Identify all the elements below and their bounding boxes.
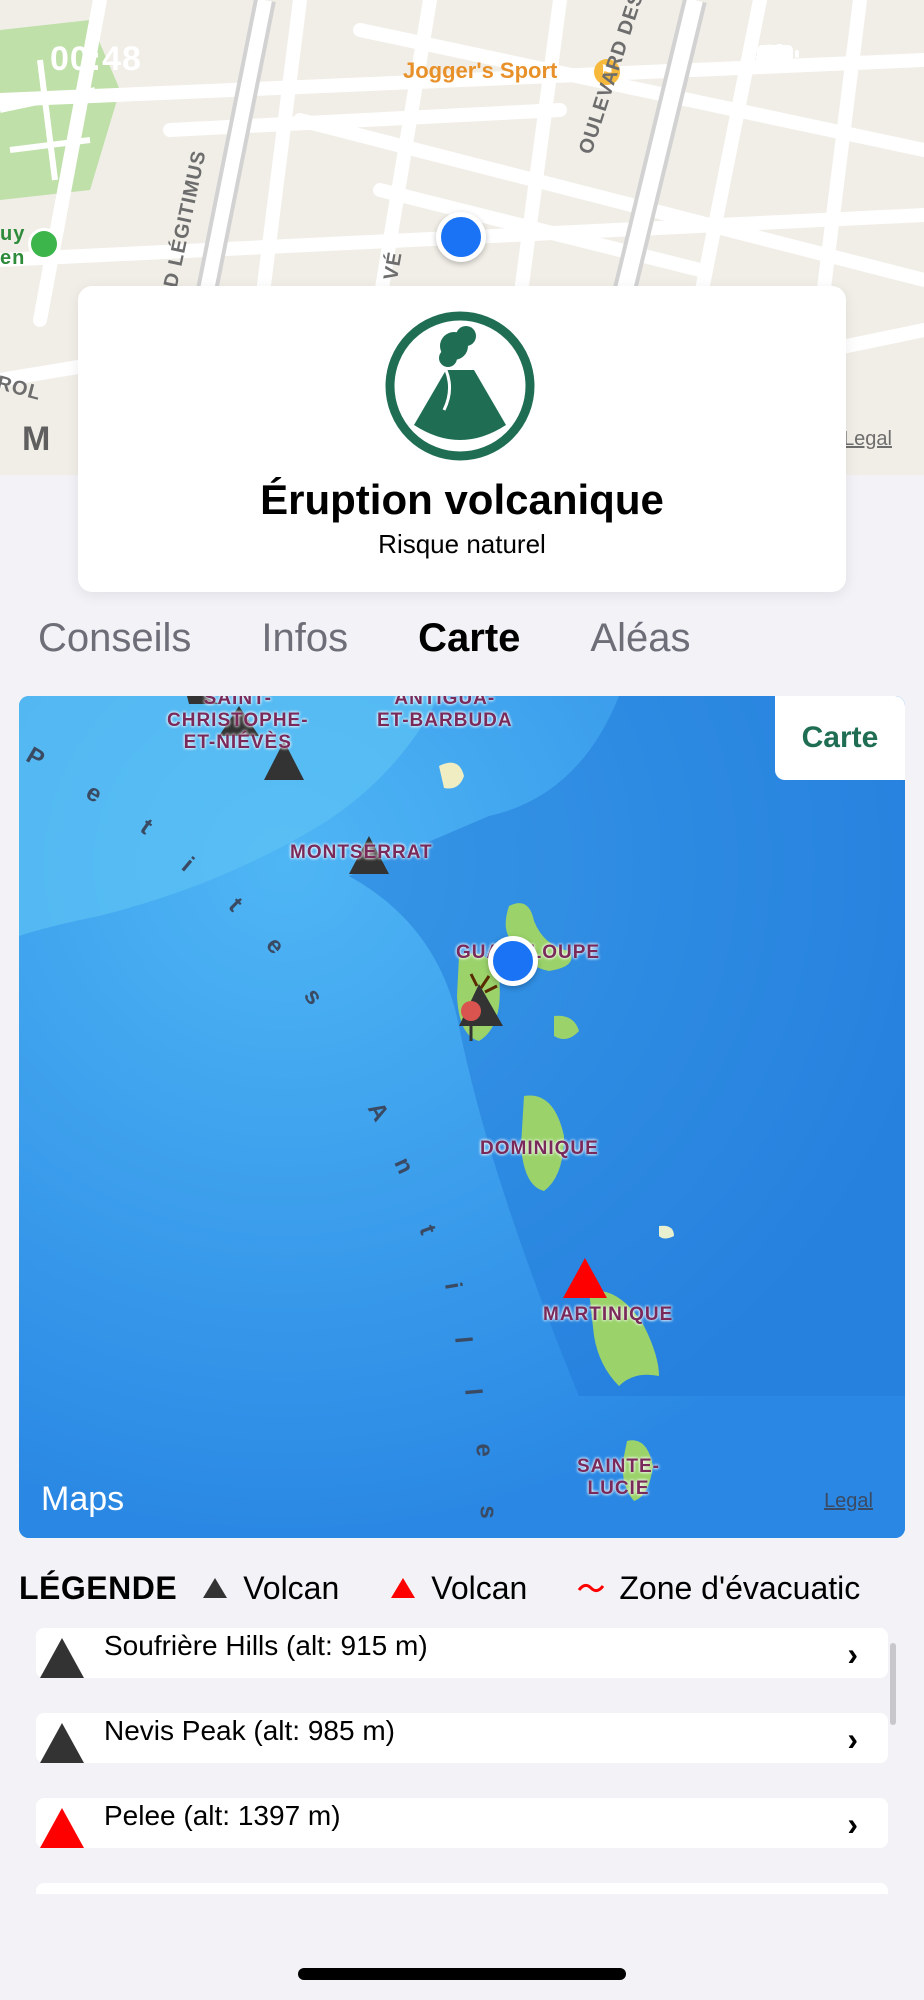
list-item[interactable]: Pelee (alt: 1397 m) › [36, 1798, 888, 1848]
battery-icon [757, 44, 884, 64]
chevron-right-icon: › [847, 1636, 858, 1672]
map-label-montserrat: MONTSERRAT [290, 842, 433, 863]
volcano-triangle-icon [40, 1808, 84, 1848]
map-label-antigua: ANTIGUA- ET-BARBUDA [377, 696, 513, 731]
volcano-list[interactable]: Soufrière Hills (alt: 915 m) › Nevis Pea… [36, 1628, 888, 1894]
wifi-icon [757, 44, 826, 64]
map-legend: LÉGENDE Volcan Volcan Zone d'évacuatic [19, 1568, 905, 1608]
volcano-name: Soufrière Hills (alt: 915 m) [104, 1630, 428, 1661]
volcano-triangle-icon [40, 1723, 84, 1763]
list-item[interactable]: Nevis Peak (alt: 985 m) › [36, 1713, 888, 1763]
list-scrollbar[interactable] [890, 1643, 896, 1725]
volcano-name: Pelee (alt: 1397 m) [104, 1800, 341, 1831]
map-label-dominique: DOMINIQUE [480, 1138, 599, 1159]
list-item[interactable] [36, 1883, 888, 1894]
wave-icon [578, 1583, 605, 1593]
park-label: uy en [0, 223, 26, 269]
tab-carte[interactable]: Carte [418, 610, 520, 666]
app-screen: 00:48 Jogger's Sport ⚑ OULEVARD DES HÉRO… [0, 0, 924, 2000]
volcano-map[interactable]: SAINT- CHRISTOPHE- ET-NIÉVÈS ANTIGUA- ET… [19, 696, 905, 1538]
legal-link[interactable]: Legal [843, 428, 892, 451]
tab-bar: Conseils Infos Carte Aléas [38, 610, 760, 666]
map-label-saint-christophe: SAINT- CHRISTOPHE- ET-NIÉVÈS [167, 696, 309, 753]
legend-item-volcano-dark: Volcan [201, 1570, 339, 1607]
park-poi-icon[interactable] [28, 228, 60, 260]
legend-title: LÉGENDE [19, 1569, 178, 1606]
triangle-icon [203, 1578, 228, 1598]
risk-header-card: Éruption volcanique Risque naturel [78, 286, 846, 592]
risk-subtitle: Risque naturel [378, 529, 546, 559]
chevron-right-icon: › [847, 1806, 858, 1842]
tab-conseils[interactable]: Conseils [38, 610, 191, 666]
bottom-safe-area [0, 1895, 924, 2000]
user-location-dot [436, 212, 486, 262]
volcano-icon [385, 311, 535, 461]
chevron-right-icon: › [847, 1721, 858, 1757]
volcano-triangle-icon [40, 1638, 84, 1678]
poi-label[interactable]: Jogger's Sport [403, 58, 557, 84]
volcano-name: Nevis Peak (alt: 985 m) [104, 1715, 395, 1746]
home-indicator[interactable] [298, 1968, 626, 1980]
legend-item-evacuation-zone: Zone d'évacuatic [577, 1570, 860, 1607]
risk-title: Éruption volcanique [260, 476, 664, 523]
carte-map-button[interactable]: Carte [775, 696, 905, 780]
map-label-sainte-lucie: SAINTE- LUCIE [577, 1456, 660, 1499]
tab-aleas[interactable]: Aléas [590, 610, 690, 666]
legend-item-volcano-red: Volcan [389, 1570, 527, 1607]
list-item[interactable]: Soufrière Hills (alt: 915 m) › [36, 1628, 888, 1678]
triangle-icon [391, 1578, 416, 1598]
legal-link[interactable]: Legal [824, 1490, 873, 1513]
status-icons [756, 44, 884, 64]
status-time: 00:48 [50, 40, 142, 78]
tab-infos[interactable]: Infos [261, 610, 348, 666]
street-label: VÉ [380, 249, 407, 282]
map-label-martinique: MARTINIQUE [543, 1304, 674, 1325]
apple-maps-logo: Maps [41, 1480, 125, 1518]
apple-maps-logo: M [22, 420, 51, 458]
user-location-dot [488, 936, 538, 986]
